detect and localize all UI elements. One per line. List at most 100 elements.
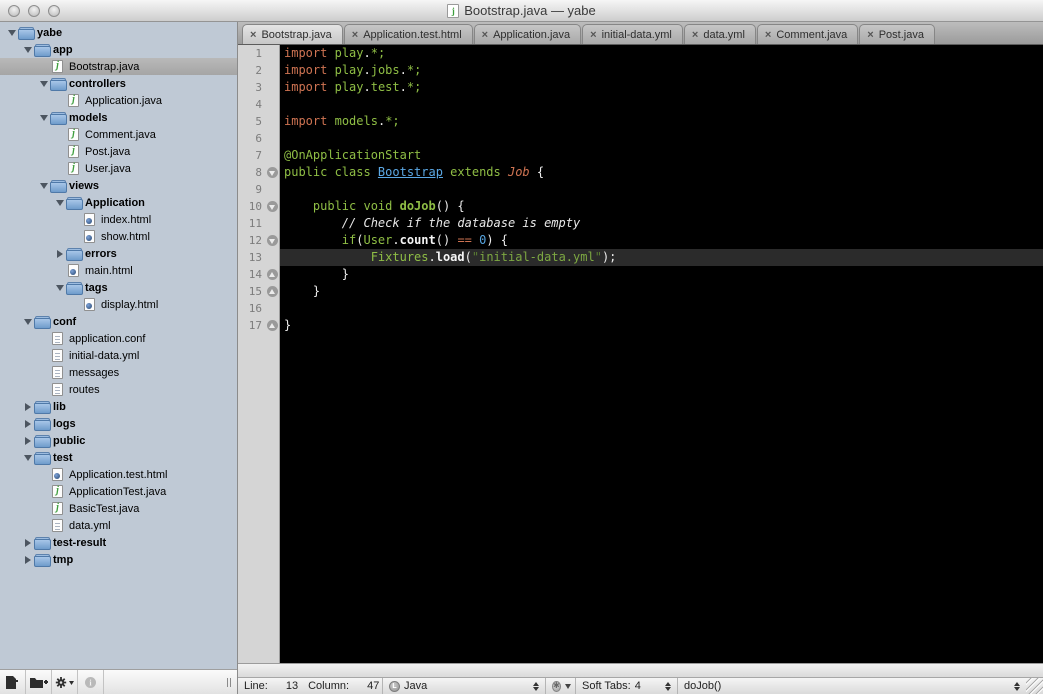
tree-item-public[interactable]: public: [0, 432, 237, 449]
tree-item-application-test-html[interactable]: Application.test.html: [0, 466, 237, 483]
fold-down-icon[interactable]: [267, 201, 278, 212]
tree-item-models[interactable]: models: [0, 109, 237, 126]
tree-item-routes[interactable]: routes: [0, 381, 237, 398]
disclosure-triangle-icon[interactable]: [22, 319, 34, 325]
disclosure-triangle-icon[interactable]: [6, 30, 18, 36]
code-line-16[interactable]: 16: [238, 300, 1043, 317]
tab-close-icon[interactable]: ×: [482, 30, 488, 40]
code-line-14[interactable]: 14 }: [238, 266, 1043, 283]
disclosure-triangle-icon[interactable]: [54, 285, 66, 291]
fold-up-icon[interactable]: [267, 286, 278, 297]
symbol-selector[interactable]: doJob(): [678, 678, 1026, 694]
code-text[interactable]: }: [280, 283, 1043, 300]
code-text[interactable]: [280, 130, 1043, 147]
code-text[interactable]: }: [280, 317, 1043, 334]
code-line-11[interactable]: 11 // Check if the database is empty: [238, 215, 1043, 232]
tree-item-conf[interactable]: conf: [0, 313, 237, 330]
code-line-10[interactable]: 10 public void doJob() {: [238, 198, 1043, 215]
code-text[interactable]: import models.*;: [280, 113, 1043, 130]
code-line-9[interactable]: 9: [238, 181, 1043, 198]
disclosure-triangle-icon[interactable]: [38, 183, 50, 189]
tree-item-main-html[interactable]: main.html: [0, 262, 237, 279]
disclosure-triangle-icon[interactable]: [38, 115, 50, 121]
tree-item-initial-data-yml[interactable]: initial-data.yml: [0, 347, 237, 364]
code-text[interactable]: public void doJob() {: [280, 198, 1043, 215]
tree-item-controllers[interactable]: controllers: [0, 75, 237, 92]
code-line-12[interactable]: 12 if(User.count() == 0) {: [238, 232, 1043, 249]
disclosure-triangle-icon[interactable]: [22, 403, 34, 411]
tree-item-comment-java[interactable]: Comment.java: [0, 126, 237, 143]
code-text[interactable]: Fixtures.load("initial-data.yml");: [280, 249, 1043, 266]
tree-item-display-html[interactable]: display.html: [0, 296, 237, 313]
code-text[interactable]: import play.test.*;: [280, 79, 1043, 96]
tree-item-user-java[interactable]: User.java: [0, 160, 237, 177]
code-text[interactable]: }: [280, 266, 1043, 283]
tree-item-tags[interactable]: tags: [0, 279, 237, 296]
tree-item-lib[interactable]: lib: [0, 398, 237, 415]
tree-item-yabe[interactable]: yabe: [0, 24, 237, 41]
tree-item-application-conf[interactable]: application.conf: [0, 330, 237, 347]
code-text[interactable]: [280, 181, 1043, 198]
code-line-6[interactable]: 6: [238, 130, 1043, 147]
tree-item-logs[interactable]: logs: [0, 415, 237, 432]
tree-item-views[interactable]: views: [0, 177, 237, 194]
horizontal-scrollbar[interactable]: [238, 663, 1043, 677]
bundle-actions-button[interactable]: ✱: [546, 678, 576, 694]
code-editor[interactable]: 1import play.*;2import play.jobs.*;3impo…: [238, 45, 1043, 663]
tab-data-yml[interactable]: ×data.yml: [684, 24, 756, 44]
disclosure-triangle-icon[interactable]: [22, 539, 34, 547]
code-line-3[interactable]: 3import play.test.*;: [238, 79, 1043, 96]
tree-item-application-java[interactable]: Application.java: [0, 92, 237, 109]
soft-tabs-selector[interactable]: Soft Tabs: 4: [576, 678, 678, 694]
tab-bootstrap-java[interactable]: ×Bootstrap.java: [242, 24, 343, 44]
code-text[interactable]: import play.jobs.*;: [280, 62, 1043, 79]
window-resize-grip[interactable]: [1026, 678, 1043, 694]
fold-down-icon[interactable]: [267, 235, 278, 246]
code-line-1[interactable]: 1import play.*;: [238, 45, 1043, 62]
fold-up-icon[interactable]: [267, 269, 278, 280]
code-text[interactable]: if(User.count() == 0) {: [280, 232, 1043, 249]
tab-close-icon[interactable]: ×: [765, 30, 771, 40]
code-line-4[interactable]: 4: [238, 96, 1043, 113]
tree-item-application[interactable]: Application: [0, 194, 237, 211]
code-line-5[interactable]: 5import models.*;: [238, 113, 1043, 130]
code-line-7[interactable]: 7@OnApplicationStart: [238, 147, 1043, 164]
tree-item-test[interactable]: test: [0, 449, 237, 466]
tab-close-icon[interactable]: ×: [590, 30, 596, 40]
disclosure-triangle-icon[interactable]: [22, 556, 34, 564]
code-text[interactable]: [280, 96, 1043, 113]
drawer-actions-button[interactable]: [52, 670, 78, 694]
tab-close-icon[interactable]: ×: [352, 30, 358, 40]
code-line-2[interactable]: 2import play.jobs.*;: [238, 62, 1043, 79]
minimize-window-button[interactable]: [28, 5, 40, 17]
tree-item-tmp[interactable]: tmp: [0, 551, 237, 568]
language-selector[interactable]: L Java: [383, 678, 546, 694]
tab-application-java[interactable]: ×Application.java: [474, 24, 582, 44]
disclosure-triangle-icon[interactable]: [38, 81, 50, 87]
code-text[interactable]: import play.*;: [280, 45, 1043, 62]
disclosure-triangle-icon[interactable]: [22, 420, 34, 428]
close-window-button[interactable]: [8, 5, 20, 17]
tree-item-messages[interactable]: messages: [0, 364, 237, 381]
tree-item-post-java[interactable]: Post.java: [0, 143, 237, 160]
disclosure-triangle-icon[interactable]: [54, 200, 66, 206]
tree-item-data-yml[interactable]: data.yml: [0, 517, 237, 534]
new-folder-button[interactable]: [26, 670, 52, 694]
tab-comment-java[interactable]: ×Comment.java: [757, 24, 858, 44]
code-line-17[interactable]: 17}: [238, 317, 1043, 334]
drawer-resize-handle[interactable]: [227, 670, 231, 694]
tab-application-test-html[interactable]: ×Application.test.html: [344, 24, 473, 44]
fold-up-icon[interactable]: [267, 320, 278, 331]
disclosure-triangle-icon[interactable]: [54, 250, 66, 258]
tab-initial-data-yml[interactable]: ×initial-data.yml: [582, 24, 683, 44]
disclosure-triangle-icon[interactable]: [22, 455, 34, 461]
code-line-13[interactable]: 13 Fixtures.load("initial-data.yml");: [238, 249, 1043, 266]
tab-close-icon[interactable]: ×: [692, 30, 698, 40]
tab-post-java[interactable]: ×Post.java: [859, 24, 935, 44]
tree-item-basictest-java[interactable]: BasicTest.java: [0, 500, 237, 517]
code-line-15[interactable]: 15 }: [238, 283, 1043, 300]
code-text[interactable]: [280, 300, 1043, 317]
tab-close-icon[interactable]: ×: [867, 30, 873, 40]
new-file-button[interactable]: [0, 670, 26, 694]
tree-item-applicationtest-java[interactable]: ApplicationTest.java: [0, 483, 237, 500]
